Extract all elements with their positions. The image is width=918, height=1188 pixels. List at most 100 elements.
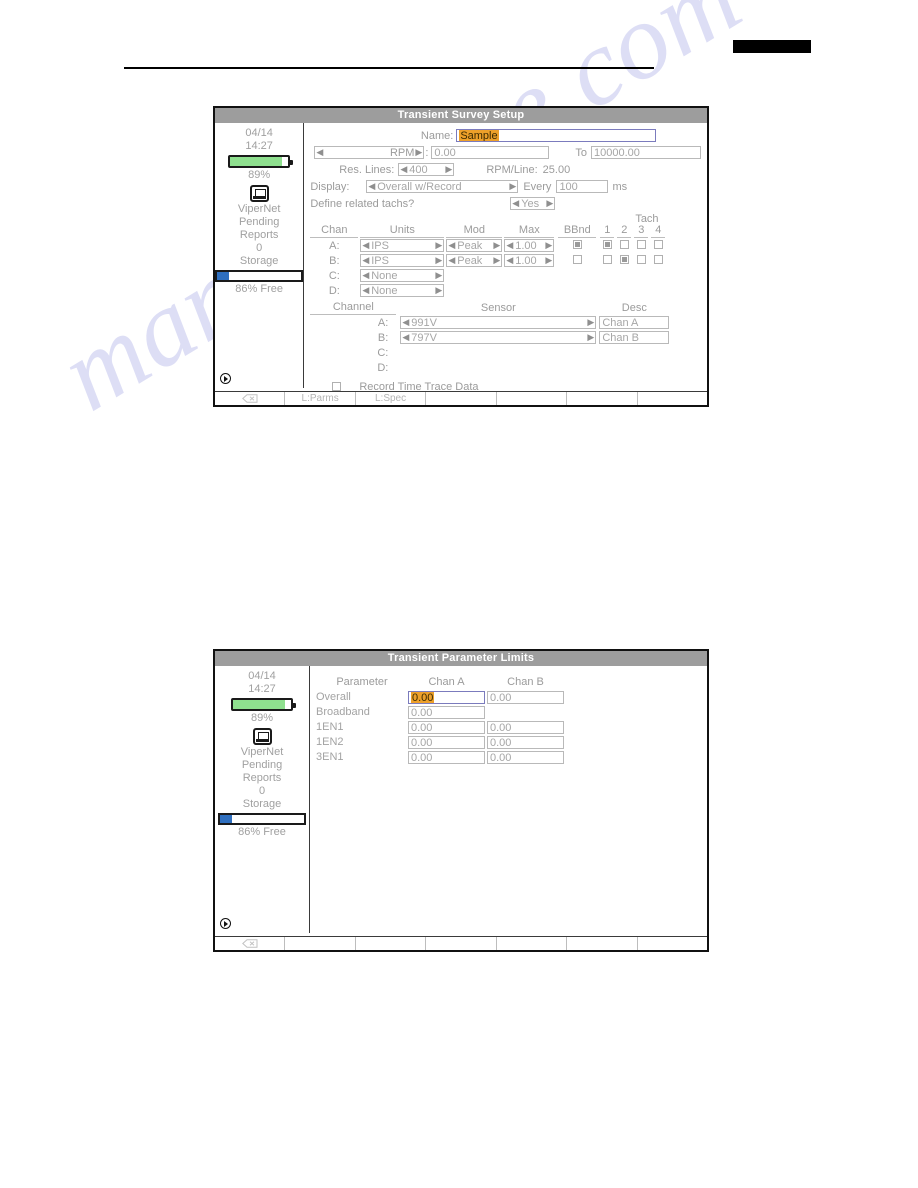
res-lines-right-arrow[interactable]: ▶ (444, 164, 453, 175)
sensor-a-spinner-left-arrow[interactable]: ◀ (401, 317, 410, 328)
every-interval-input[interactable]: 100 (556, 180, 609, 193)
define-tachs-right-arrow[interactable]: ▶ (545, 198, 554, 209)
softkey-7[interactable] (638, 937, 707, 950)
chan-rows: A: ◀ IPS ▶ ◀ Peak ▶ ◀ 1.00 ▶ B: ◀ IPS ▶ ◀ Peak ▶ ◀ 1.00 ▶ C:… (310, 238, 701, 298)
chan-a-max-spinner-left-arrow[interactable]: ◀ (505, 240, 514, 251)
chan-b-units-spinner[interactable]: ◀ IPS ▶ (360, 254, 445, 267)
softkey-6[interactable] (567, 392, 638, 405)
chan-a-label: A: (329, 239, 340, 252)
chan-b-tach1-checkbox[interactable] (602, 254, 612, 264)
define-tachs-left-arrow[interactable]: ◀ (511, 198, 520, 209)
param-3en1-chan-b-input[interactable]: 0.00 (487, 750, 564, 764)
sensor-b-spinner-left-arrow[interactable]: ◀ (401, 332, 410, 343)
record-time-trace-checkbox[interactable] (332, 382, 342, 391)
chan-b-mod-spinner-left-arrow[interactable]: ◀ (447, 255, 456, 266)
display-mode-value: Overall w/Record (377, 180, 462, 193)
define-tachs-spinner[interactable]: ◀ Yes ▶ (510, 197, 556, 210)
param-overall-chan-b-input[interactable]: 0.00 (487, 690, 564, 704)
softkey-5[interactable] (497, 937, 568, 950)
chan-b-mod-spinner[interactable]: ◀ Peak ▶ (446, 254, 503, 267)
chan-a-tach4-checkbox[interactable] (653, 239, 663, 249)
power-play-icon[interactable] (220, 918, 231, 929)
chan-a-mod-spinner-left-arrow[interactable]: ◀ (447, 240, 456, 251)
chan-b-max-spinner-left-arrow[interactable]: ◀ (505, 255, 514, 266)
chan-a-tach2-checkbox[interactable] (619, 239, 629, 249)
ethernet-icon (249, 185, 269, 202)
max-header: Max (504, 224, 555, 238)
param-1en1-chan-a-input[interactable]: 0.00 (408, 720, 485, 734)
table-row: D: ◀ None ▶ (310, 283, 701, 298)
sensor-b-spinner[interactable]: ◀ 797V ▶ (400, 331, 597, 344)
desc-a-input[interactable]: Chan A (599, 316, 670, 329)
softkey-4[interactable] (426, 392, 497, 405)
chan-b-max-spinner[interactable]: ◀ 1.00 ▶ (504, 254, 555, 267)
rpm-to-input[interactable]: 10000.00 (591, 146, 701, 159)
rpm-from-input[interactable]: 0.00 (431, 146, 550, 159)
param-overall-chan-a-input[interactable]: 0.00 (408, 690, 485, 704)
param-broadband-chan-a-input[interactable]: 0.00 (408, 705, 485, 719)
chan-a-mod-spinner[interactable]: ◀ Peak ▶ (446, 239, 503, 252)
softkey-6[interactable] (567, 937, 638, 950)
softkey-3[interactable] (356, 937, 427, 950)
chan-b-mod-spinner-value: Peak (457, 254, 483, 267)
chan-b-bbnd-checkbox[interactable] (572, 254, 582, 264)
chan-b-units-spinner-right-arrow[interactable]: ▶ (434, 255, 443, 266)
chan-d-label: D: (328, 284, 340, 297)
backspace-icon[interactable] (242, 939, 258, 949)
rpm-spinner-left-arrow[interactable]: ◀ (315, 147, 324, 158)
softkey-1[interactable] (215, 937, 286, 950)
chan-c-units-spinner-right-arrow[interactable]: ▶ (434, 270, 443, 281)
chan-d-units-spinner-right-arrow[interactable]: ▶ (434, 285, 443, 296)
softkey-2[interactable] (285, 937, 356, 950)
chan-a-mod-spinner-right-arrow[interactable]: ▶ (492, 240, 501, 251)
chan-a-tach3-checkbox[interactable] (636, 239, 646, 249)
backspace-icon[interactable] (242, 394, 258, 404)
softkey-7[interactable] (638, 392, 707, 405)
sensor-a-spinner-right-arrow[interactable]: ▶ (586, 317, 595, 328)
chan-a-units-spinner-right-arrow[interactable]: ▶ (434, 240, 443, 251)
rpm-spinner-right-arrow[interactable]: ▶ (414, 147, 423, 158)
chan-a-units-spinner[interactable]: ◀ IPS ▶ (360, 239, 445, 252)
chan-b-max-spinner-right-arrow[interactable]: ▶ (544, 255, 553, 266)
chan-b-tach3-checkbox[interactable] (636, 254, 646, 264)
name-input[interactable]: Sample (456, 129, 657, 142)
rpm-spinner[interactable]: ◀ RPM ▶ (314, 146, 425, 159)
display-right-arrow[interactable]: ▶ (508, 181, 517, 192)
softkey-2[interactable]: L:Parms (285, 392, 356, 405)
softkey-4[interactable] (426, 937, 497, 950)
display-mode-spinner[interactable]: ◀ Overall w/Record ▶ (366, 180, 519, 193)
param-3en1-chan-a-input[interactable]: 0.00 (408, 750, 485, 764)
chan-a-tach1-checkbox[interactable] (602, 239, 612, 249)
chan-c-units-spinner-left-arrow[interactable]: ◀ (361, 270, 370, 281)
chan-c-units-spinner[interactable]: ◀ None ▶ (360, 269, 445, 282)
chan-a-bbnd-checkbox[interactable] (572, 239, 582, 249)
chan-a-max-spinner[interactable]: ◀ 1.00 ▶ (504, 239, 555, 252)
chan-a-max-spinner-right-arrow[interactable]: ▶ (544, 240, 553, 251)
softkey-5[interactable] (497, 392, 568, 405)
desc-b-input[interactable]: Chan B (599, 331, 670, 344)
display-left-arrow[interactable]: ◀ (367, 181, 376, 192)
sensor-a-spinner[interactable]: ◀ 991V ▶ (400, 316, 597, 329)
chan-a-units-spinner-left-arrow[interactable]: ◀ (361, 240, 370, 251)
power-play-icon[interactable] (220, 373, 231, 384)
screen2-softkey-bar (215, 936, 707, 950)
softkey-1[interactable] (215, 392, 286, 405)
res-lines-spinner[interactable]: ◀ 400 ▶ (398, 163, 455, 176)
tach-group-label: Tach (635, 213, 659, 225)
table-row: 1EN2 0.00 0.00 (316, 735, 701, 749)
sensor-b-spinner-right-arrow[interactable]: ▶ (586, 332, 595, 343)
desc-header: Desc (621, 301, 647, 314)
chan-b-mod-spinner-right-arrow[interactable]: ▶ (492, 255, 501, 266)
chan-d-units-spinner-left-arrow[interactable]: ◀ (361, 285, 370, 296)
param-1en2-chan-b-input[interactable]: 0.00 (487, 735, 564, 749)
sidebar-date: 04/14 (248, 670, 276, 682)
chan-b-tach4-checkbox[interactable] (653, 254, 663, 264)
param-1en2-chan-a-input[interactable]: 0.00 (408, 735, 485, 749)
res-lines-left-arrow[interactable]: ◀ (399, 164, 408, 175)
chan-b-units-spinner-left-arrow[interactable]: ◀ (361, 255, 370, 266)
chan-d-units-spinner[interactable]: ◀ None ▶ (360, 284, 445, 297)
chan-a-units-spinner-value: IPS (371, 239, 389, 252)
softkey-3[interactable]: L:Spec (356, 392, 427, 405)
param-1en1-chan-b-input[interactable]: 0.00 (487, 720, 564, 734)
chan-b-tach2-checkbox[interactable] (619, 254, 629, 264)
